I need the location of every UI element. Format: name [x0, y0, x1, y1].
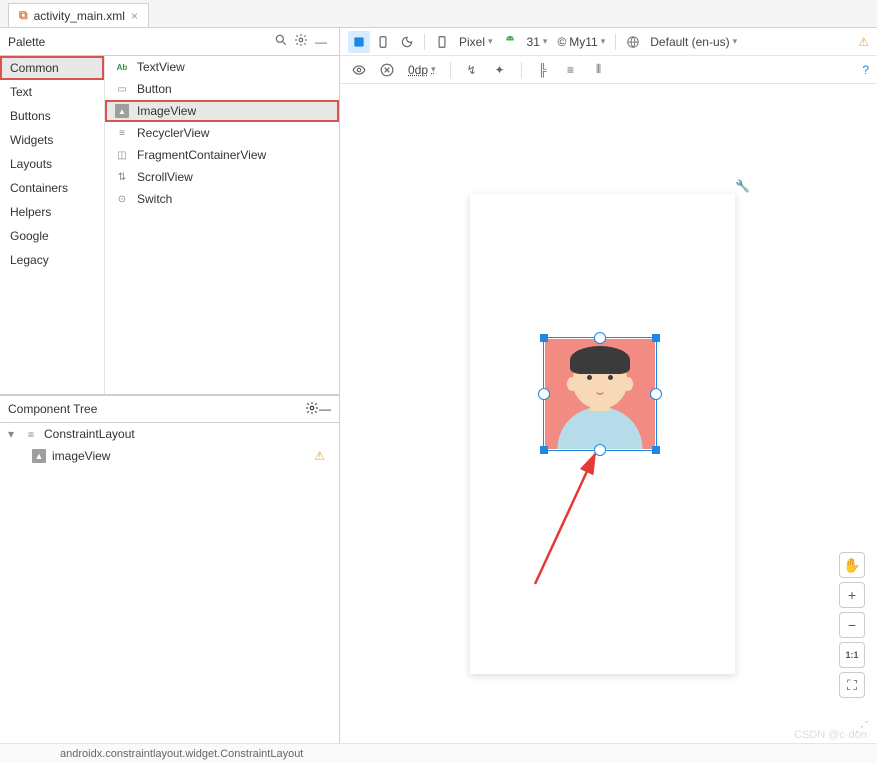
palette-item-textview[interactable]: Ab TextView [105, 56, 339, 78]
xml-file-icon: ⧉ [19, 8, 28, 23]
file-tab[interactable]: ⧉ activity_main.xml × [8, 3, 149, 27]
palette-items: Ab TextView ▭ Button ▲ ImageView ≡ Recyc… [105, 56, 339, 394]
theme-selector[interactable]: © My11 ▾ [553, 35, 609, 49]
editor-tab-bar: ⧉ activity_main.xml × [0, 0, 877, 28]
view-options-icon[interactable] [348, 59, 370, 81]
tree-gear-icon[interactable] [305, 401, 319, 418]
avatar-image [545, 339, 655, 449]
category-layouts[interactable]: Layouts [0, 152, 104, 176]
category-legacy[interactable]: Legacy [0, 248, 104, 272]
category-helpers[interactable]: Helpers [0, 200, 104, 224]
align-icon[interactable]: ≡ [560, 59, 582, 81]
file-tab-label: activity_main.xml [34, 9, 125, 23]
component-tree-header: Component Tree — [0, 395, 339, 423]
zoom-out-button[interactable]: − [839, 612, 865, 638]
imageview-tree-icon: ▲ [32, 449, 46, 463]
android-icon [499, 31, 521, 53]
autoconnect-icon[interactable] [376, 59, 398, 81]
pack-icon[interactable]: ⫴ [588, 59, 610, 81]
design-surface-icon[interactable] [348, 31, 370, 53]
component-tree: ▾ ⧈ ConstraintLayout ▲ imageView ⚠ [0, 423, 339, 743]
night-mode-icon[interactable] [396, 31, 418, 53]
tree-row-root[interactable]: ▾ ⧈ ConstraintLayout [0, 423, 339, 445]
status-bar: androidx.constraintlayout.widget.Constra… [0, 743, 877, 763]
category-common[interactable]: Common [0, 56, 104, 80]
design-canvas[interactable]: 🔧 [340, 84, 877, 743]
watermark: CSDN @c·don [794, 729, 867, 741]
imageview-selection[interactable] [545, 339, 655, 449]
scrollview-icon: ⇅ [115, 170, 129, 184]
palette-item-imageview[interactable]: ▲ ImageView [105, 100, 339, 122]
palette-item-button[interactable]: ▭ Button [105, 78, 339, 100]
design-panel: Pixel ▾ 31 ▾ © My11 ▾ Default (en-us) ▾ … [340, 28, 877, 743]
locale-icon [622, 31, 644, 53]
palette-header: Palette — [0, 28, 339, 56]
pan-button[interactable]: ✋ [839, 552, 865, 578]
design-options-toolbar: 0dp ▾ ↯ ✦ ╠ ≡ ⫴ ? [340, 56, 877, 84]
category-buttons[interactable]: Buttons [0, 104, 104, 128]
recyclerview-icon: ≡ [115, 126, 129, 140]
status-path: androidx.constraintlayout.widget.Constra… [60, 748, 303, 760]
default-margin[interactable]: 0dp ▾ [404, 63, 440, 77]
tree-expand-icon[interactable]: ▾ [8, 427, 18, 441]
category-widgets[interactable]: Widgets [0, 128, 104, 152]
fragment-icon: ◫ [115, 148, 129, 162]
left-panel: Palette — Common Text Buttons Widgets La… [0, 28, 340, 743]
tree-minimize-icon[interactable]: — [319, 402, 331, 416]
switch-icon: ⊙ [115, 192, 129, 206]
palette-item-switch[interactable]: ⊙ Switch [105, 188, 339, 210]
palette-item-fragmentcontainer[interactable]: ◫ FragmentContainerView [105, 144, 339, 166]
minimize-icon[interactable]: — [311, 35, 331, 49]
zoom-reset-button[interactable]: 1:1 [839, 642, 865, 668]
api-selector[interactable]: 31 ▾ [523, 35, 552, 49]
category-containers[interactable]: Containers [0, 176, 104, 200]
button-icon: ▭ [115, 82, 129, 96]
clear-constraints-icon[interactable]: ↯ [461, 59, 483, 81]
device-icon [431, 31, 453, 53]
locale-selector[interactable]: Default (en-us) ▾ [646, 35, 741, 49]
palette-item-recyclerview[interactable]: ≡ RecyclerView [105, 122, 339, 144]
device-selector[interactable]: Pixel ▾ [455, 35, 497, 49]
gear-icon[interactable] [291, 33, 311, 50]
tree-title: Component Tree [8, 402, 305, 416]
textview-icon: Ab [115, 60, 129, 74]
palette-title: Palette [8, 35, 271, 49]
toolbar-warning-icon[interactable]: ⚠ [858, 35, 869, 49]
zoom-controls: ✋ + − 1:1 ⛶ [839, 552, 865, 698]
palette-item-scrollview[interactable]: ⇅ ScrollView [105, 166, 339, 188]
search-icon[interactable] [271, 33, 291, 50]
palette-body: Common Text Buttons Widgets Layouts Cont… [0, 56, 339, 395]
wrench-icon[interactable]: 🔧 [735, 179, 750, 193]
close-tab-icon[interactable]: × [131, 9, 138, 23]
category-text[interactable]: Text [0, 80, 104, 104]
guidelines-icon[interactable]: ╠ [532, 59, 554, 81]
infer-constraints-icon[interactable]: ✦ [489, 59, 511, 81]
imageview-icon: ▲ [115, 104, 129, 118]
zoom-fit-button[interactable]: ⛶ [839, 672, 865, 698]
design-toolbar: Pixel ▾ 31 ▾ © My11 ▾ Default (en-us) ▾ … [340, 28, 877, 56]
zoom-in-button[interactable]: + [839, 582, 865, 608]
orientation-icon[interactable] [372, 31, 394, 53]
warning-icon[interactable]: ⚠ [314, 449, 325, 463]
category-google[interactable]: Google [0, 224, 104, 248]
tree-row-imageview[interactable]: ▲ imageView ⚠ [0, 445, 339, 467]
help-icon[interactable]: ? [862, 63, 869, 77]
palette-categories: Common Text Buttons Widgets Layouts Cont… [0, 56, 105, 394]
constraintlayout-icon: ⧈ [24, 427, 38, 441]
